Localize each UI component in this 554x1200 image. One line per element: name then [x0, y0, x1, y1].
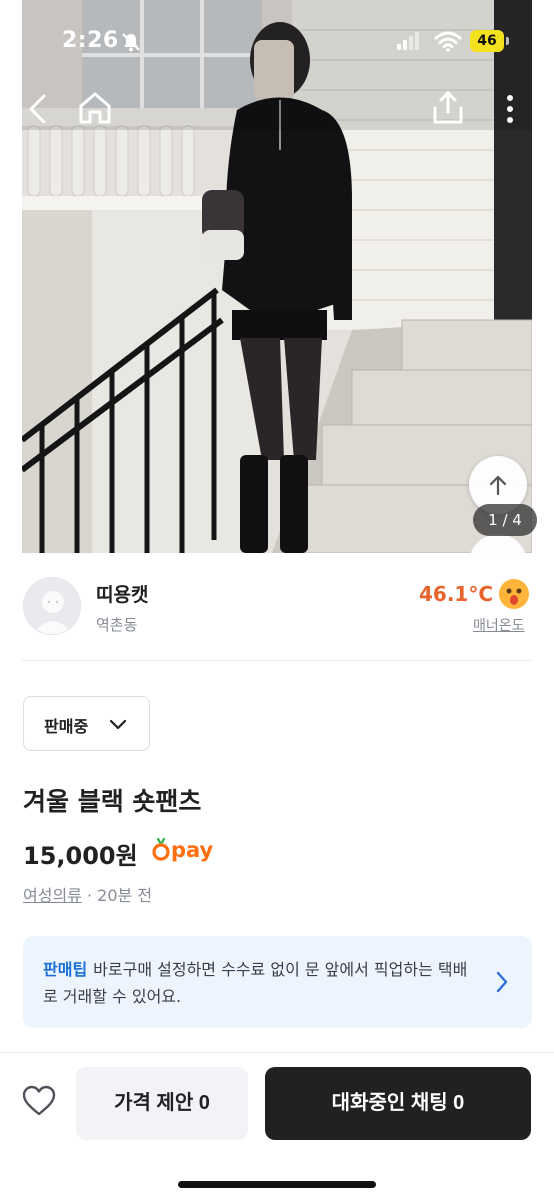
- carrot-pay-icon: [152, 837, 170, 861]
- product-title: 겨울 블랙 숏팬츠: [23, 787, 202, 816]
- seller-divider: [22, 660, 532, 661]
- home-icon[interactable]: [76, 90, 114, 126]
- default-profile-icon: [33, 591, 73, 634]
- price-offer-label: 가격 제안 0: [114, 1092, 210, 1114]
- pay-label: pay: [171, 838, 214, 862]
- sale-status-label: 판매중: [44, 717, 89, 736]
- product-price: 15,000원: [23, 842, 138, 870]
- wifi-icon: [434, 31, 462, 52]
- active-chats-button[interactable]: 대화중인 채팅 0: [265, 1067, 531, 1140]
- manner-emoji-icon: [499, 579, 529, 609]
- manner-temperature: 46.1°C: [419, 582, 494, 606]
- silent-bell-icon: [122, 33, 140, 52]
- image-page-indicator: 1 / 4: [473, 504, 537, 536]
- arrow-up-icon: [489, 475, 507, 496]
- battery-tip: [506, 37, 509, 45]
- page-current: 1: [488, 511, 498, 529]
- floating-button-partial[interactable]: [469, 534, 527, 553]
- manner-temperature-link[interactable]: 매너온도: [473, 615, 525, 635]
- bottom-bar-divider: [0, 1052, 554, 1053]
- product-meta: 여성의류 · 20분 전: [23, 882, 152, 906]
- back-icon[interactable]: [24, 92, 54, 126]
- tip-content: 판매팁 바로구매 설정하면 수수료 없이 문 앞에서 픽업하는 택배로 거래할 수…: [43, 956, 473, 1010]
- chevron-right-icon: [496, 971, 508, 993]
- tip-text: 바로구매 설정하면 수수료 없이 문 앞에서 픽업하는 택배로 거래할 수 있어…: [43, 960, 468, 1006]
- posted-time: 20분 전: [97, 886, 153, 905]
- battery-indicator: 46: [470, 30, 504, 52]
- page-separator: /: [497, 511, 513, 529]
- tip-tag: 판매팁: [43, 960, 88, 979]
- selling-tip-banner[interactable]: 판매팁 바로구매 설정하면 수수료 없이 문 앞에서 픽업하는 택배로 거래할 수…: [23, 936, 532, 1028]
- more-options-icon[interactable]: [496, 92, 524, 126]
- sale-status-dropdown[interactable]: 판매중: [23, 696, 150, 751]
- price-offer-button[interactable]: 가격 제안 0: [76, 1067, 248, 1140]
- seller-avatar[interactable]: [23, 577, 81, 635]
- share-icon[interactable]: [430, 90, 466, 126]
- seller-location: 역촌동: [96, 616, 138, 634]
- seller-name[interactable]: 띠용캣: [96, 580, 148, 607]
- status-time: 2:26: [62, 28, 119, 53]
- active-chats-label: 대화중인 채팅 0: [331, 1092, 465, 1114]
- home-indicator: [178, 1181, 376, 1188]
- chevron-down-icon: [109, 719, 127, 730]
- product-category[interactable]: 여성의류: [23, 886, 82, 905]
- battery-level: 46: [477, 33, 497, 49]
- status-bar: 2:26 46: [0, 0, 554, 84]
- heart-icon[interactable]: [22, 1085, 56, 1117]
- signal-icon: [397, 32, 419, 50]
- meta-separator: ·: [81, 886, 98, 905]
- page-total: 4: [512, 511, 522, 529]
